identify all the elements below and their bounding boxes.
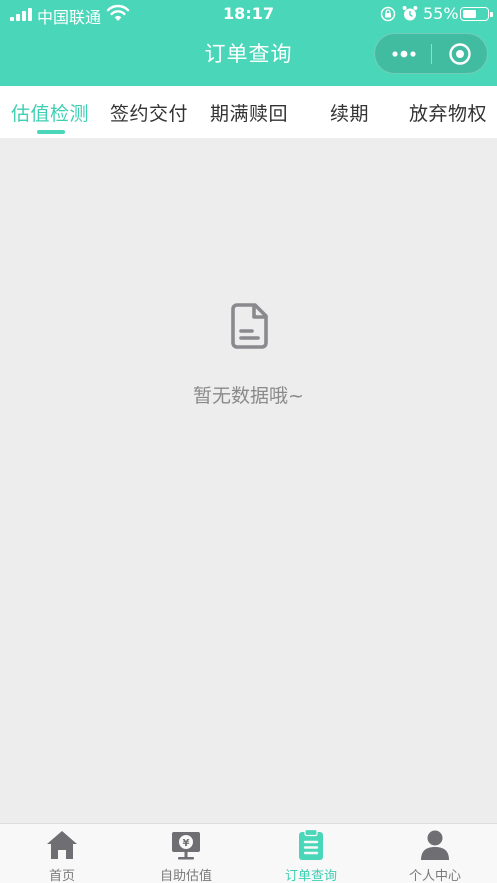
tab-maturity-redeem[interactable]: 期满赎回 [210,99,288,126]
tabbar-label: 自助估值 [159,869,212,883]
active-tab-indicator [37,130,65,134]
tabbar-item-home[interactable]: 首页 [0,824,124,883]
close-miniprogram-icon[interactable] [448,42,472,66]
app-header: 中国联通 18:17 55% 订单查询 [0,0,497,86]
tabbar-label: 个人中心 [408,869,461,883]
clipboard-icon [299,829,323,860]
tabbar-label: 首页 [48,869,75,883]
tabbar-item-orders[interactable]: 订单查询 [249,824,373,883]
status-bar: 中国联通 18:17 55% [0,0,497,28]
rotation-lock-icon [380,6,396,22]
tab-abandon-property[interactable]: 放弃物权 [409,99,487,126]
home-icon [47,831,77,859]
valuation-monitor-icon: ¥ [172,832,200,860]
tab-contract-delivery[interactable]: 签约交付 [110,99,188,126]
miniprogram-capsule [374,33,488,74]
tabbar-item-valuation[interactable]: ¥ 自助估值 [124,824,248,883]
tabbar-item-profile[interactable]: 个人中心 [373,824,497,883]
tabbar-label: 订单查询 [284,869,337,883]
capsule-divider [431,44,432,64]
battery-percentage: 55% [423,4,459,23]
order-status-tabs: 估值检测 签约交付 期满赎回 续期 放弃物权 [0,86,497,138]
more-dots-icon[interactable] [389,44,419,64]
tab-valuation-check[interactable]: 估值检测 [11,99,89,126]
user-icon [421,830,449,860]
battery-fill [463,10,476,18]
bottom-tab-bar: 首页 ¥ 自助估值 订单查询 个人中心 [0,823,497,883]
battery-icon [460,7,493,21]
empty-state-message: 暂无数据哦~ [193,385,304,407]
document-icon [231,303,268,349]
tab-renewal[interactable]: 续期 [330,99,369,126]
svg-text:¥: ¥ [183,838,190,849]
alarm-icon [402,6,418,21]
